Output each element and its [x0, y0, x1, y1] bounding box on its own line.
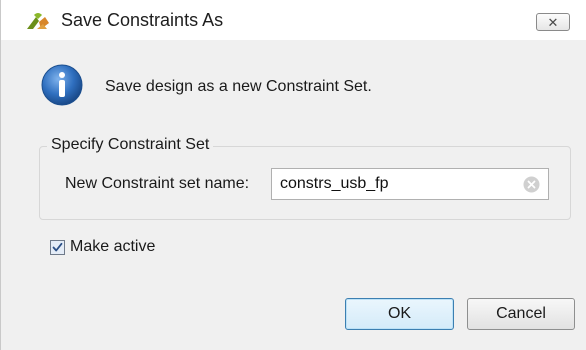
constraint-set-name-value: constrs_usb_fp	[280, 175, 389, 192]
clear-icon[interactable]	[523, 176, 540, 193]
info-icon	[41, 64, 83, 106]
constraint-set-name-label: New Constraint set name:	[65, 175, 250, 192]
info-message: Save design as a new Constraint Set.	[105, 78, 372, 95]
close-button[interactable]: ✕	[536, 13, 570, 31]
checkmark-icon	[52, 242, 63, 252]
vivado-logo-icon	[25, 9, 51, 31]
make-active-label[interactable]: Make active	[70, 238, 155, 256]
dialog-title: Save Constraints As	[61, 10, 224, 30]
make-active-checkbox[interactable]	[50, 240, 65, 255]
group-legend: Specify Constraint Set	[47, 136, 214, 154]
title-bar: Save Constraints As ✕	[1, 0, 586, 40]
save-constraints-dialog: Save Constraints As ✕ Save design as a n…	[0, 0, 586, 350]
constraint-set-name-input[interactable]: constrs_usb_fp	[271, 168, 549, 200]
close-icon: ✕	[547, 14, 559, 30]
ok-button[interactable]: OK	[345, 298, 454, 330]
cancel-button[interactable]: Cancel	[467, 298, 575, 330]
